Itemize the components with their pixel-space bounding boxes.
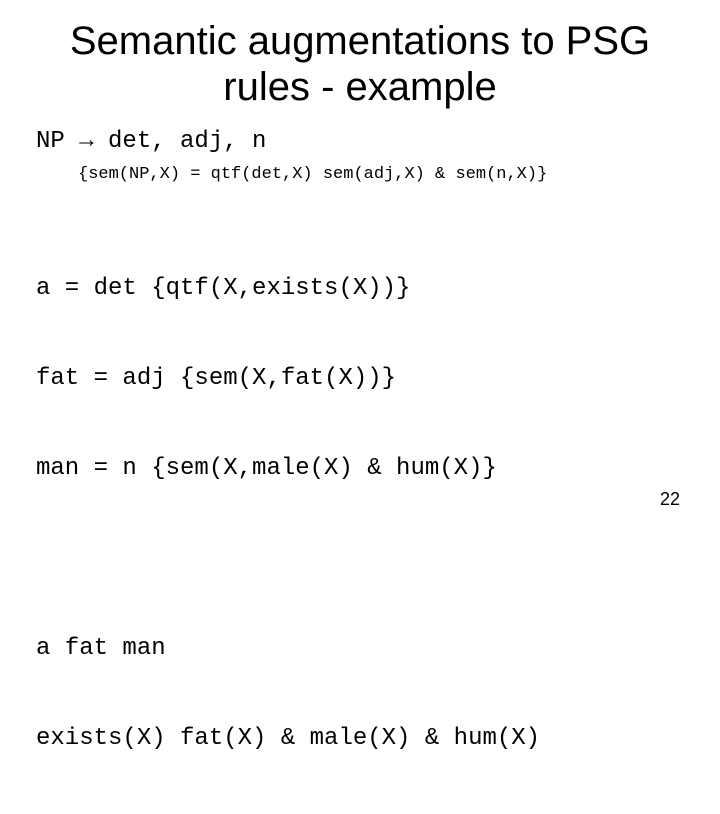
grammar-rule: NP → det, adj, n — [36, 128, 670, 155]
lexicon-line: man = n {sem(X,male(X) & hum(X)} — [36, 454, 670, 484]
slide: Semantic augmentations to PSG rules - ex… — [0, 0, 720, 540]
grammar-rule-semantics: {sem(NP,X) = qtf(det,X) sem(adj,X) & sem… — [78, 165, 670, 184]
example-block: a fat man exists(X) fat(X) & male(X) & h… — [36, 574, 670, 814]
page-number: 22 — [660, 489, 680, 510]
example-semantics: exists(X) fat(X) & male(X) & hum(X) — [36, 724, 670, 754]
example-phrase: a fat man — [36, 634, 670, 664]
slide-title: Semantic augmentations to PSG rules - ex… — [50, 18, 670, 110]
lexicon-line: fat = adj {sem(X,fat(X))} — [36, 364, 670, 394]
lexicon-line: a = det {qtf(X,exists(X))} — [36, 274, 670, 304]
lexicon-block: a = det {qtf(X,exists(X))} fat = adj {se… — [36, 214, 670, 544]
